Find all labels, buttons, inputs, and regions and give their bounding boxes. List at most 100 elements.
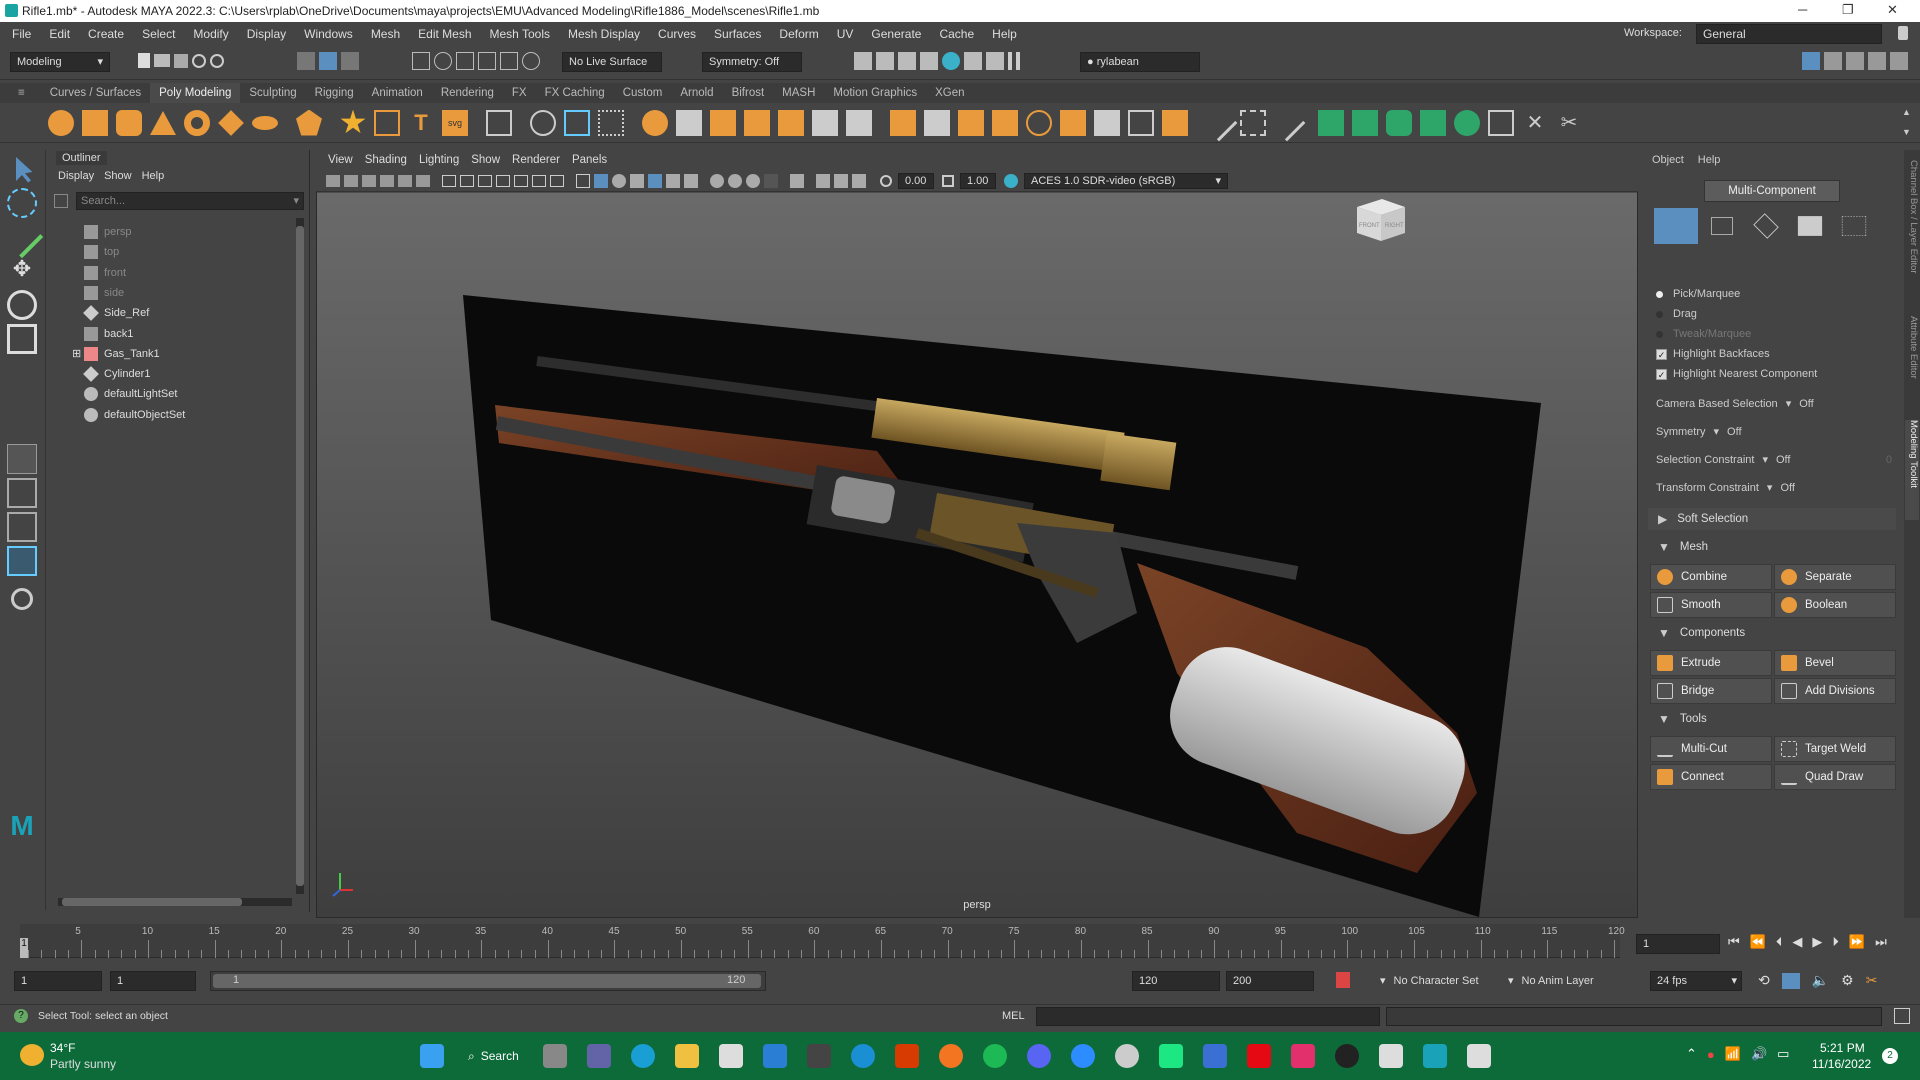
show-hidden-icons[interactable]: ⌃ bbox=[1686, 1046, 1697, 1062]
isolate-select-icon[interactable] bbox=[790, 173, 804, 188]
weather-icon[interactable] bbox=[20, 1044, 44, 1066]
planar-map-icon[interactable] bbox=[1352, 109, 1378, 136]
modeling-toolkit-toggle-icon[interactable] bbox=[1802, 52, 1820, 70]
snap-point-icon[interactable] bbox=[456, 52, 474, 70]
textured-icon[interactable] bbox=[648, 173, 662, 188]
mirror-icon[interactable] bbox=[530, 109, 556, 136]
user-account-dropdown[interactable]: ● rylabean bbox=[1080, 52, 1200, 72]
layout-uv-icon[interactable]: ✕ bbox=[1522, 110, 1548, 136]
camera-select-icon[interactable] bbox=[326, 174, 340, 187]
instagram-icon[interactable] bbox=[1290, 1044, 1315, 1068]
lock-icon[interactable] bbox=[1898, 26, 1908, 40]
motion-blur-icon[interactable] bbox=[728, 173, 742, 188]
filter-icon[interactable] bbox=[54, 194, 68, 208]
open-scene-icon[interactable] bbox=[154, 54, 170, 67]
grid-toggle-icon[interactable] bbox=[442, 174, 456, 187]
zoom-icon[interactable] bbox=[1070, 1044, 1095, 1068]
outliner-item[interactable]: front bbox=[84, 263, 126, 283]
circularize-shelf-icon[interactable] bbox=[1026, 109, 1052, 136]
gamma-field[interactable]: 1.00 bbox=[960, 172, 996, 189]
tool-settings-toggle-icon[interactable] bbox=[1868, 52, 1886, 70]
reduce-shelf-icon[interactable] bbox=[890, 109, 916, 136]
menu-edit[interactable]: Edit bbox=[49, 27, 70, 41]
select-tool-icon[interactable] bbox=[16, 157, 33, 183]
animation-start-field[interactable]: 1 bbox=[14, 971, 102, 991]
anim-layer-dropdown[interactable]: ▾ No Anim Layer bbox=[1508, 971, 1636, 991]
wedge-shelf-icon[interactable] bbox=[1094, 109, 1120, 136]
highlight-nearest-checkbox[interactable]: ✓ bbox=[1656, 368, 1667, 380]
target-weld-shelf-icon[interactable] bbox=[1240, 109, 1266, 136]
range-slider[interactable]: 1 120 bbox=[210, 971, 766, 991]
wifi-icon[interactable]: 📶 bbox=[1725, 1046, 1741, 1062]
poly-sphere-icon[interactable] bbox=[48, 109, 74, 136]
edge-icon[interactable] bbox=[630, 1044, 655, 1068]
depth-of-field-icon[interactable] bbox=[764, 173, 778, 188]
tab-rigging[interactable]: Rigging bbox=[306, 83, 363, 103]
save-scene-icon[interactable] bbox=[174, 53, 188, 68]
timeline-track[interactable] bbox=[20, 924, 1620, 958]
help-icon[interactable]: ? bbox=[14, 1009, 28, 1023]
animation-end-field[interactable]: 200 bbox=[1226, 971, 1314, 991]
super-shape-icon[interactable] bbox=[340, 109, 366, 134]
default-material-icon[interactable] bbox=[612, 173, 626, 188]
command-input[interactable] bbox=[1036, 1007, 1380, 1026]
weather-temp[interactable]: 34°F bbox=[50, 1041, 75, 1055]
safe-title-icon[interactable] bbox=[550, 174, 564, 187]
field-chart-icon[interactable] bbox=[514, 174, 528, 187]
color-management-icon[interactable] bbox=[1004, 173, 1018, 188]
select-hierarchy-icon[interactable] bbox=[297, 52, 315, 70]
arnold-ipr-icon[interactable] bbox=[986, 52, 1004, 70]
play-backward-icon[interactable]: ◀ bbox=[1792, 934, 1802, 950]
object-mode-icon[interactable] bbox=[1654, 208, 1698, 244]
tray-app-icon[interactable]: ● bbox=[1707, 1047, 1715, 1062]
poly-disc-icon[interactable] bbox=[252, 115, 278, 130]
multi-component-button[interactable]: Multi-Component bbox=[1704, 180, 1840, 202]
step-forward-frame-icon[interactable]: ⏵ bbox=[1832, 934, 1839, 950]
notification-badge[interactable]: 2 bbox=[1882, 1048, 1898, 1064]
weather-desc[interactable]: Partly sunny bbox=[50, 1057, 116, 1071]
bake-pivot-icon[interactable] bbox=[598, 109, 624, 136]
outliner-layout-icon[interactable] bbox=[7, 546, 37, 576]
menu-cache[interactable]: Cache bbox=[939, 27, 974, 41]
outliner-item[interactable]: ⊞ Gas_Tank1 bbox=[72, 344, 160, 364]
go-to-end-icon[interactable]: ⏭ bbox=[1875, 934, 1887, 950]
pick-marquee-option[interactable]: Pick/Marquee bbox=[1656, 288, 1740, 300]
tweak-marquee-option[interactable]: Tweak/Marquee bbox=[1656, 328, 1751, 340]
xray-active-icon[interactable] bbox=[834, 173, 848, 188]
time-slider[interactable]: 1 1 ⏮ ⏪ ⏴ ◀ ▶ ⏵ ⏩ ⏭ 5 10 15 20 25 30 35 40 45 50 5… bbox=[0, 920, 1920, 962]
viewport-menu-show[interactable]: Show bbox=[471, 154, 500, 166]
step-back-key-icon[interactable]: ⏪ bbox=[1750, 934, 1766, 950]
clock-date[interactable]: 11/16/2022 bbox=[1812, 1057, 1871, 1071]
file-explorer-icon[interactable] bbox=[674, 1044, 699, 1068]
view-cube[interactable]: FRONT RIGHT bbox=[1357, 199, 1405, 241]
combine-shelf-icon[interactable] bbox=[642, 109, 668, 136]
bounding-box-icon[interactable] bbox=[1128, 109, 1154, 136]
tab-channel-box[interactable]: Channel Box / Layer Editor bbox=[1905, 160, 1919, 300]
teams-icon[interactable] bbox=[586, 1044, 611, 1068]
clock-time[interactable]: 5:21 PM bbox=[1820, 1041, 1865, 1055]
outliner-item[interactable]: defaultLightSet bbox=[84, 384, 177, 404]
character-set-dropdown[interactable]: ▾ No Character Set bbox=[1380, 971, 1504, 991]
bridge-button[interactable]: Bridge bbox=[1650, 678, 1772, 704]
film-gate-icon[interactable] bbox=[460, 174, 474, 187]
loop-icon[interactable]: ⟲ bbox=[1758, 972, 1770, 989]
cache-playback-icon[interactable] bbox=[1781, 972, 1800, 989]
unfold-icon[interactable] bbox=[1488, 109, 1514, 136]
combine-button[interactable]: Combine bbox=[1650, 564, 1772, 590]
vertex-mode-icon[interactable] bbox=[1711, 217, 1733, 235]
use-all-lights-icon[interactable] bbox=[666, 173, 680, 188]
poke-shelf-icon[interactable] bbox=[1060, 109, 1086, 136]
search-icon[interactable] bbox=[11, 588, 33, 610]
current-frame-field[interactable]: 1 bbox=[1636, 934, 1720, 954]
mesh-section-header[interactable]: ▼ Mesh bbox=[1648, 540, 1708, 554]
pen-app-icon[interactable] bbox=[1378, 1044, 1403, 1068]
smooth-shelf-icon[interactable] bbox=[846, 109, 872, 136]
fill-hole-icon[interactable] bbox=[1162, 109, 1188, 136]
current-time-indicator[interactable]: 1 bbox=[20, 938, 28, 958]
mail-icon[interactable] bbox=[762, 1044, 787, 1068]
viewport-menu-lighting[interactable]: Lighting bbox=[419, 154, 459, 166]
tab-custom[interactable]: Custom bbox=[614, 83, 672, 103]
outliner-menu-show[interactable]: Show bbox=[104, 170, 132, 182]
crunchyroll-icon[interactable] bbox=[938, 1044, 963, 1068]
undo-icon[interactable] bbox=[192, 53, 206, 68]
